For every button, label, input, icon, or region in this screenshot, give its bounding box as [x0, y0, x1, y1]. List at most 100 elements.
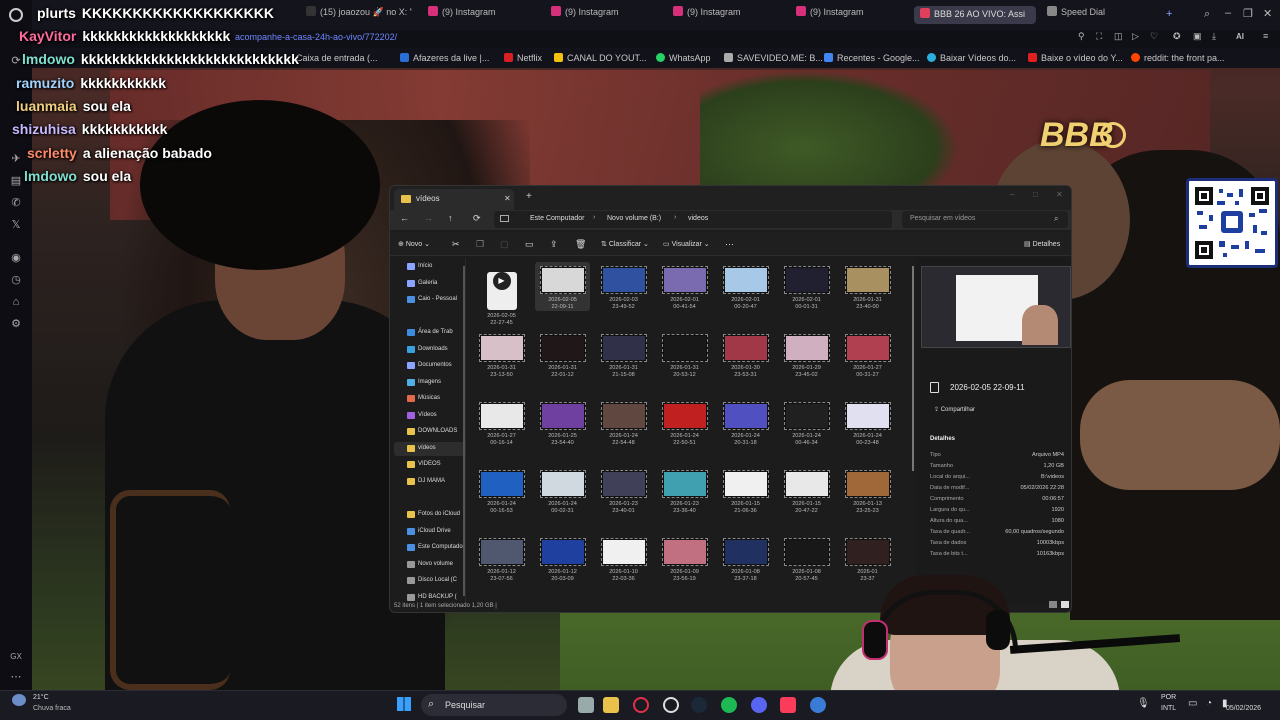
file-thumbnail[interactable]: ▶ 2026-02-05 22-27-45 [474, 262, 529, 327]
nav-item-videos-folder-selected[interactable]: vídeos [394, 442, 466, 456]
file-explorer-icon[interactable] [603, 697, 619, 713]
bookmark-youtube-channel[interactable]: CANAL DO YOUT... [554, 53, 647, 63]
copy-icon[interactable]: ❐ [476, 239, 484, 250]
bookmark-baixar-videos[interactable]: Baixar Vídeos do... [927, 53, 1016, 63]
obs-icon[interactable] [663, 697, 679, 713]
tab-instagram-1[interactable]: (9) Instagram [428, 6, 534, 24]
view-button[interactable]: ▭ Visualizar ⌄ [663, 240, 710, 248]
nav-item-icloud-photos[interactable]: Fotos do iCloud [394, 508, 466, 522]
maximize-icon[interactable]: ❐ [1243, 7, 1253, 20]
file-thumbnail[interactable]: 2026-01-12 20-03-09 [535, 534, 590, 583]
nav-item-new-volume[interactable]: Novo volume [394, 558, 466, 572]
breadcrumb-volume[interactable]: Novo volume (B:) [607, 215, 661, 222]
sidebar-settings-icon[interactable]: ⚙ [9, 317, 23, 331]
bookmark-inbox[interactable]: Caixa de entrada (... [296, 53, 378, 63]
file-thumbnail[interactable]: 2026-01-23 23-36-40 [657, 466, 712, 515]
file-thumbnail[interactable]: 2026-01-13 23-25-23 [840, 466, 895, 515]
file-thumbnail[interactable]: 2026-02-01 00-20-47 [718, 262, 773, 311]
file-thumbnail[interactable]: 2026-02-01 00-01-31 [779, 262, 834, 311]
paste-icon[interactable]: ▢ [500, 239, 509, 250]
tiles-view-icon[interactable] [1061, 601, 1069, 608]
bookmark-baixe-video[interactable]: Baixe o vídeo do Y... [1028, 53, 1123, 63]
file-thumbnail[interactable]: 2026-01 23-37 [840, 534, 895, 583]
bookmark-google-recent[interactable]: Recentes - Google... [824, 53, 920, 63]
new-button[interactable]: ⊕ Novo ⌄ [398, 240, 430, 248]
forward-arrow-icon[interactable]: → [424, 213, 433, 223]
language-indicator[interactable]: POR [1161, 694, 1176, 701]
nav-item-onedrive[interactable]: Caio - Pessoal [394, 293, 466, 307]
search-input[interactable]: Pesquisar em vídeos ⌕ [902, 211, 1068, 228]
nav-scrollbar[interactable] [463, 266, 465, 596]
nav-item-videos-upper[interactable]: VIDEOS [394, 458, 466, 472]
file-thumbnail[interactable]: 2026-01-24 00-46-34 [779, 398, 834, 447]
more-options-icon[interactable]: ⋯ [725, 239, 734, 250]
file-thumbnail[interactable]: 2026-02-01 00-41-54 [657, 262, 712, 311]
tab-instagram-3[interactable]: (9) Instagram [673, 6, 779, 24]
file-thumbnail[interactable]: 2026-01-31 21-15-08 [596, 330, 651, 379]
nav-item-dj-mama[interactable]: DJ MAMA [394, 475, 466, 489]
tab-instagram-4[interactable]: (9) Instagram [796, 6, 902, 24]
file-thumbnail[interactable]: 2026-01-24 22-50-51 [657, 398, 712, 447]
weather-temp[interactable]: 21°C [33, 694, 49, 701]
file-thumbnail[interactable]: 2026-01-25 23-54-40 [535, 398, 590, 447]
file-thumbnail[interactable]: 2026-01-24 00-23-48 [840, 398, 895, 447]
ai-button[interactable]: AI [1236, 32, 1244, 41]
file-thumbnail[interactable]: 2026-01-12 23-07-56 [474, 534, 529, 583]
file-thumbnail[interactable]: 2026-01-10 22-03-36 [596, 534, 651, 583]
bookmark-reddit[interactable]: reddit: the front pa... [1131, 53, 1225, 63]
taskbar-date[interactable]: 05/02/2026 [1226, 705, 1261, 712]
file-thumbnail[interactable]: 2026-01-31 23-40-00 [840, 262, 895, 311]
cut-icon[interactable]: ✂ [452, 239, 460, 250]
menu-icon[interactable]: ≡ [1263, 31, 1268, 41]
nav-item-home[interactable]: Início [394, 260, 466, 274]
sidebar-x-icon[interactable]: 𝕏 [9, 218, 23, 232]
file-thumbnail[interactable]: 2026-01-24 22-54-48 [596, 398, 651, 447]
screenshot-icon[interactable]: ⛶ [1096, 31, 1102, 42]
nav-item-local-disk[interactable]: Disco Local (C [394, 574, 466, 588]
close-window-icon[interactable]: ✕ [1056, 190, 1063, 199]
tab-x-joaozou[interactable]: (15) joaozou 🚀 no X: "s [306, 6, 412, 24]
nav-item-desktop[interactable]: Área de Trab [394, 326, 466, 340]
tab-speed-dial[interactable]: Speed Dial [1047, 6, 1147, 24]
file-thumbnail[interactable]: 2026-01-27 00-31-27 [840, 330, 895, 379]
bookmark-savevideo[interactable]: SAVEVIDEO.ME: B... [724, 53, 823, 63]
nav-item-gallery[interactable]: Galeria [394, 277, 466, 291]
nav-item-icloud-drive[interactable]: iCloud Drive [394, 525, 466, 539]
minimize-icon[interactable]: – [1225, 7, 1231, 19]
nav-item-pictures[interactable]: Imagens [394, 376, 466, 390]
breadcrumb-computer[interactable]: Este Computador [530, 215, 584, 222]
nav-item-music[interactable]: Músicas [394, 392, 466, 406]
file-thumbnail[interactable]: 2026-01-24 00-02-31 [535, 466, 590, 515]
weather-desc[interactable]: Chuva fraca [33, 705, 71, 712]
extensions-icon[interactable]: ✪ [1173, 31, 1181, 42]
file-thumbnail[interactable]: 2026-01-08 20-57-45 [779, 534, 834, 583]
share-button[interactable]: ⇪ Compartilhar [934, 406, 975, 413]
bookmark-afazeres[interactable]: Afazeres da live |... [400, 53, 489, 63]
rename-icon[interactable]: ▭ [525, 239, 534, 250]
taskbar-search[interactable]: ⌕ Pesquisar [421, 694, 567, 716]
breadcrumb-videos[interactable]: videos [688, 215, 708, 222]
download-icon[interactable]: ⤓ [1212, 31, 1216, 42]
sidebar-history-icon[interactable]: ◷ [9, 273, 23, 287]
file-thumbnail-selected[interactable]: 2026-02-05 22-09-11 [535, 262, 590, 311]
file-thumbnail[interactable]: 2026-01-15 21-06-36 [718, 466, 773, 515]
file-thumbnail[interactable]: 2026-01-09 23-56-19 [657, 534, 712, 583]
bookmark-whatsapp[interactable]: WhatsApp [656, 53, 711, 63]
minimize-icon[interactable]: – [1010, 190, 1014, 199]
file-thumbnail[interactable]: 2026-01-31 22-01-12 [535, 330, 590, 379]
new-tab-plus-icon[interactable]: + [1166, 8, 1172, 20]
close-tab-icon[interactable]: ✕ [504, 194, 511, 203]
back-arrow-icon[interactable]: ← [400, 213, 409, 223]
task-view-icon[interactable] [578, 697, 594, 713]
share-icon[interactable]: ⇪ [550, 239, 558, 250]
sidebar-player-icon[interactable]: ◉ [9, 251, 23, 265]
nav-item-documents[interactable]: Documentos [394, 359, 466, 373]
delete-icon[interactable]: 🗑 [575, 239, 586, 250]
tab-bbb-active[interactable]: BBB 26 AO VIVO: Assi [914, 6, 1036, 24]
file-thumbnail[interactable]: 2026-02-03 23-49-52 [596, 262, 651, 311]
weather-icon[interactable] [12, 694, 26, 706]
sidebar-whatsapp-icon[interactable]: ✆ [9, 196, 23, 210]
file-thumbnail[interactable]: 2026-01-31 20-53-12 [657, 330, 712, 379]
sidebar-pinboard-icon[interactable]: ⌂ [9, 295, 23, 309]
explorer-tab[interactable]: vídeos ✕ [394, 189, 514, 210]
